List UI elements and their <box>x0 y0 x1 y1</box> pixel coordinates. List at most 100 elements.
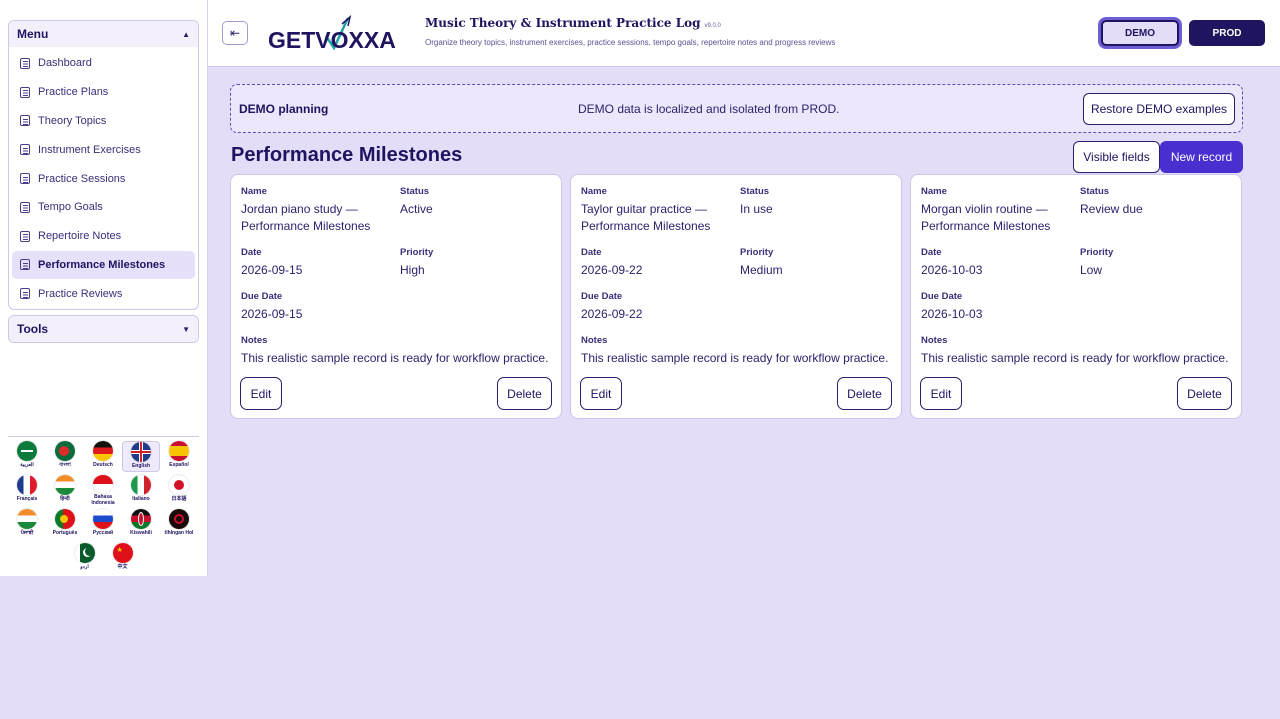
edit-button[interactable]: Edit <box>580 377 622 410</box>
priority-label: Priority <box>740 247 774 258</box>
language-arabic[interactable]: العربية <box>8 441 46 472</box>
prod-env-button[interactable]: PROD <box>1189 20 1265 46</box>
sa-flag-icon <box>17 441 37 461</box>
date-value: 2026-09-15 <box>241 263 303 277</box>
in-flag-icon <box>17 509 37 529</box>
sidebar-item-practice-reviews[interactable]: Practice Reviews <box>12 279 195 308</box>
chevron-up-icon[interactable]: ▲ <box>182 30 190 39</box>
sidebar-item-label: Performance Milestones <box>38 258 166 271</box>
due-date-label: Due Date <box>581 291 623 302</box>
app-title-text: Music Theory & Instrument Practice Log <box>425 16 701 30</box>
language-russian[interactable]: Русский <box>84 509 122 540</box>
delete-button[interactable]: Delete <box>497 377 552 410</box>
language-german[interactable]: Deutsch <box>84 441 122 472</box>
collapse-sidebar-button[interactable]: ⇤ <box>222 21 248 45</box>
language-hindi[interactable]: हिन्दी <box>46 475 84 506</box>
sidebar-nav: Dashboard Practice Plans Theory Topics I… <box>9 47 198 310</box>
language-urdu[interactable]: اردو <box>66 543 104 574</box>
document-icon <box>20 259 30 271</box>
language-italian[interactable]: Italiano <box>122 475 160 506</box>
visible-fields-button[interactable]: Visible fields <box>1073 141 1160 173</box>
delete-button[interactable]: Delete <box>1177 377 1232 410</box>
sidebar-item-label: Theory Topics <box>38 114 107 127</box>
language-label: 日本語 <box>171 496 187 502</box>
language-label: Français <box>16 496 38 502</box>
banner-title: DEMO planning <box>239 102 329 116</box>
sidebar-item-label: Practice Reviews <box>38 287 123 300</box>
language-klingon[interactable]: tlhIngan Hol <box>160 509 198 540</box>
name-value: Taylor guitar practice — Performance Mil… <box>581 202 711 233</box>
document-icon <box>20 144 30 156</box>
priority-value: High <box>400 263 425 277</box>
sidebar-item-tempo-goals[interactable]: Tempo Goals <box>12 193 195 222</box>
priority-label: Priority <box>400 247 434 258</box>
language-label: Español <box>169 462 189 468</box>
sidebar-item-practice-sessions[interactable]: Practice Sessions <box>12 164 195 193</box>
sidebar-item-theory-topics[interactable]: Theory Topics <box>12 107 195 136</box>
edit-button[interactable]: Edit <box>920 377 962 410</box>
notes-label: Notes <box>241 335 268 346</box>
notes-value: This realistic sample record is ready fo… <box>241 351 549 365</box>
document-icon <box>20 173 30 185</box>
sidebar-item-label: Repertoire Notes <box>38 230 122 243</box>
status-label: Status <box>400 186 430 197</box>
logo: GETVOXXA <box>268 14 413 54</box>
restore-demo-button[interactable]: Restore DEMO examples <box>1083 93 1235 125</box>
language-portuguese[interactable]: Português <box>46 509 84 540</box>
date-label: Date <box>921 247 942 258</box>
sidebar-item-dashboard[interactable]: Dashboard <box>12 49 195 78</box>
menu-panel: Menu ▲ Dashboard Practice Plans Theory T… <box>8 20 199 310</box>
language-swahili[interactable]: Kiswahili <box>122 509 160 540</box>
language-selector: العربية বাংলা Deutsch English Español Fr… <box>8 436 199 572</box>
sidebar-item-performance-milestones[interactable]: Performance Milestones <box>12 250 195 280</box>
it-flag-icon <box>131 475 151 495</box>
pt-flag-icon <box>55 509 75 529</box>
demo-banner: DEMO planning DEMO data is localized and… <box>230 84 1243 133</box>
language-bengali[interactable]: বাংলা <box>46 441 84 472</box>
status-value: Review due <box>1080 202 1143 216</box>
notes-value: This realistic sample record is ready fo… <box>921 351 1229 365</box>
sidebar-item-label: Practice Sessions <box>38 172 126 185</box>
language-label: tlhIngan Hol <box>164 530 194 536</box>
demo-env-button[interactable]: DEMO <box>1101 20 1179 46</box>
sidebar-item-repertoire-notes[interactable]: Repertoire Notes <box>12 222 195 251</box>
ke-flag-icon <box>131 509 151 529</box>
name-value: Morgan violin routine — Performance Mile… <box>921 202 1051 233</box>
menu-title: Menu <box>17 27 49 41</box>
delete-button[interactable]: Delete <box>837 377 892 410</box>
language-chinese[interactable]: ★ 中文 <box>104 543 142 574</box>
name-value: Jordan piano study — Performance Milesto… <box>241 202 371 233</box>
document-icon <box>20 86 30 98</box>
gb-flag-icon <box>131 442 151 462</box>
sidebar-item-instrument-exercises[interactable]: Instrument Exercises <box>12 135 195 164</box>
due-date-value: 2026-09-15 <box>241 307 303 321</box>
language-spanish[interactable]: Español <box>160 441 198 472</box>
document-icon <box>20 115 30 127</box>
language-punjabi[interactable]: ਪੰਜਾਬੀ <box>8 509 46 540</box>
de-flag-icon <box>93 441 113 461</box>
menu-header[interactable]: Menu ▲ <box>9 21 198 47</box>
name-label: Name <box>241 186 267 197</box>
date-label: Date <box>581 247 602 258</box>
language-label: Bahasa Indonesia <box>91 494 115 506</box>
priority-value: Low <box>1080 263 1103 277</box>
app-header: ⇤ GETVOXXA Music Theory & Instrument Pra… <box>208 0 1280 67</box>
language-french[interactable]: Français <box>8 475 46 506</box>
notes-value: This realistic sample record is ready fo… <box>581 351 889 365</box>
language-english[interactable]: English <box>122 441 160 472</box>
fr-flag-icon <box>17 475 37 495</box>
sidebar-item-practice-plans[interactable]: Practice Plans <box>12 78 195 107</box>
document-icon <box>20 288 30 300</box>
tools-header[interactable]: Tools ▼ <box>9 316 198 342</box>
sidebar-item-label: Instrument Exercises <box>38 143 141 156</box>
notes-label: Notes <box>581 335 608 346</box>
language-label: Kiswahili <box>130 530 152 536</box>
tools-panel: Tools ▼ <box>8 315 199 343</box>
language-indonesian[interactable]: Bahasa Indonesia <box>84 475 122 506</box>
edit-button[interactable]: Edit <box>240 377 282 410</box>
language-japanese[interactable]: 日本語 <box>160 475 198 506</box>
language-label: Deutsch <box>93 462 113 468</box>
new-record-button[interactable]: New record <box>1160 141 1243 173</box>
klingon-flag-icon <box>169 509 189 529</box>
chevron-down-icon[interactable]: ▼ <box>182 325 190 334</box>
